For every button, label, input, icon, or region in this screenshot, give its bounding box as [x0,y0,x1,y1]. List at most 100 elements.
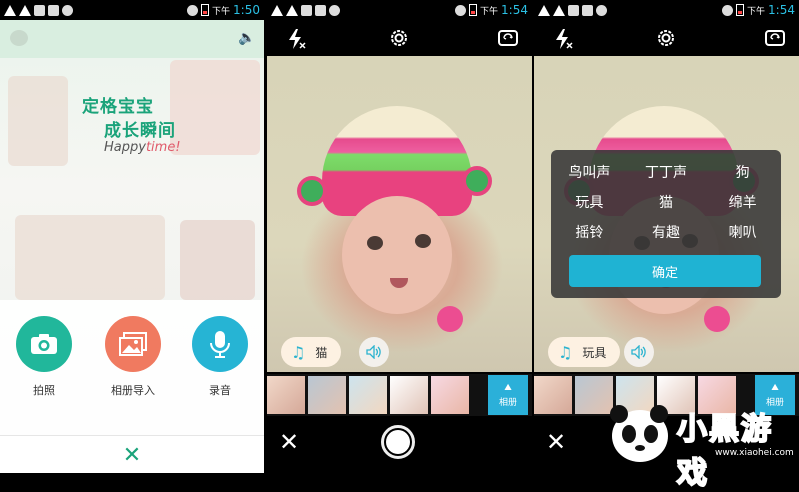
status-bar: 下午 1:54 [534,0,799,20]
site-watermark: 小黑游戏 www.xiaohei.com [605,400,795,492]
warning-icon [553,4,565,16]
album-icon: ⛰ [504,382,512,393]
shield-icon [301,4,312,16]
selected-sound-label: 玩具 [582,345,607,360]
take-photo-label: 拍照 [33,384,55,397]
bottom-bar: ✕ [0,435,264,473]
background-photo [8,76,68,166]
warning-icon [19,4,31,16]
app-notification-icon [329,4,340,16]
close-icon[interactable]: ✕ [546,428,566,456]
menu-icon[interactable] [10,30,28,46]
app-notification-icon [48,4,59,16]
selected-sound-label: 猫 [315,345,328,360]
photo-thumbnail[interactable] [267,376,305,414]
flash-off-icon[interactable] [554,28,574,54]
status-ampm: 下午 [747,6,766,17]
status-clock: 1:54 [768,3,795,17]
gallery-icon [105,316,161,372]
flash-off-icon[interactable] [287,28,307,54]
image-icon [582,4,593,16]
wifi-icon [187,4,199,16]
warning-icon [271,4,283,16]
warning-icon [538,4,550,16]
music-note-icon: ♫ [558,342,573,362]
sound-option[interactable]: 狗 [704,162,781,182]
photo-thumbnail[interactable] [534,376,572,414]
record-audio-button[interactable]: 录音 [190,316,250,398]
album-button[interactable]: ⛰ 相册 [488,375,528,415]
sound-option[interactable]: 摇铃 [551,222,628,242]
warning-icon [286,4,298,16]
sound-option[interactable]: 喇叭 [704,222,781,242]
volume-button[interactable] [359,337,389,367]
album-label: 相册 [498,397,517,408]
take-photo-button[interactable]: 拍照 [14,316,74,398]
camera-icon [16,316,72,372]
camera-toolbar [534,20,799,56]
battery-icon [469,4,478,16]
volume-icon [366,345,381,359]
slogan-line-3: Happytime! [104,140,181,155]
background-photo [15,215,165,300]
switch-camera-icon[interactable] [497,27,519,51]
background-photo [170,60,260,155]
sound-option[interactable]: 丁丁声 [628,162,705,182]
volume-button[interactable] [624,337,654,367]
status-clock: 1:50 [233,3,260,17]
selected-sound-chip[interactable]: ♫ 猫 [281,337,342,367]
sound-option[interactable]: 猫 [628,192,705,212]
shield-icon [568,4,579,16]
sound-option[interactable]: 玩具 [551,192,628,212]
photo-thumbnail[interactable] [349,376,387,414]
photo-thumbnail[interactable] [431,376,469,414]
status-clock: 1:54 [501,3,528,17]
battery-icon [201,4,210,16]
music-note-icon: ♫ [291,342,306,362]
camera-toolbar [267,20,532,56]
microphone-icon [192,316,248,372]
app-notification-icon [596,4,607,16]
album-icon: ⛰ [771,382,779,393]
app-notification-icon [62,4,73,16]
settings-icon[interactable] [655,27,677,53]
record-audio-label: 录音 [209,384,231,397]
image-icon [315,4,326,16]
warning-icon [4,4,16,16]
camera-preview [267,56,532,372]
sound-option[interactable]: 绵羊 [704,192,781,212]
mute-icon [722,4,734,16]
panda-logo-icon [610,405,668,462]
settings-icon[interactable] [388,27,410,53]
camera-controls: ✕ [267,416,532,473]
home-screen: 下午 1:50 🔈 定格宝宝 成长瞬间 Happytime! 拍照 相册导入 录… [0,0,264,473]
sound-option[interactable]: 鸟叫声 [551,162,628,182]
status-bar: 下午 1:50 [0,0,264,20]
photo-thumbnail[interactable] [308,376,346,414]
confirm-button[interactable]: 确定 [569,255,761,287]
sound-picker-dialog: 鸟叫声 丁丁声 狗 玩具 猫 绵羊 摇铃 有趣 喇叭 确定 [551,150,781,298]
status-ampm: 下午 [212,6,231,17]
shutter-button[interactable] [381,425,415,459]
speaker-icon[interactable]: 🔈 [238,30,255,46]
home-header [0,20,264,58]
status-bar: 下午 1:54 [267,0,532,20]
close-icon[interactable]: ✕ [279,428,299,456]
sound-option[interactable]: 有趣 [628,222,705,242]
watermark-url: www.xiaohei.com [715,448,794,458]
switch-camera-icon[interactable] [764,27,786,51]
volume-icon [631,345,646,359]
camera-screen: 下午 1:54 ♫ 猫 ⛰ 相册 ✕ [267,0,532,473]
import-album-label: 相册导入 [111,384,155,397]
mute-icon [455,4,467,16]
slogan-line-2: 成长瞬间 [104,121,176,141]
selected-sound-chip[interactable]: ♫ 玩具 [548,337,621,367]
close-icon[interactable]: ✕ [123,443,141,468]
battery-icon [736,4,745,16]
photo-thumbnail[interactable] [390,376,428,414]
background-photo [180,220,255,300]
status-ampm: 下午 [480,6,499,17]
slogan-line-1: 定格宝宝 [82,97,154,117]
import-album-button[interactable]: 相册导入 [103,316,163,398]
shield-icon [34,4,45,16]
